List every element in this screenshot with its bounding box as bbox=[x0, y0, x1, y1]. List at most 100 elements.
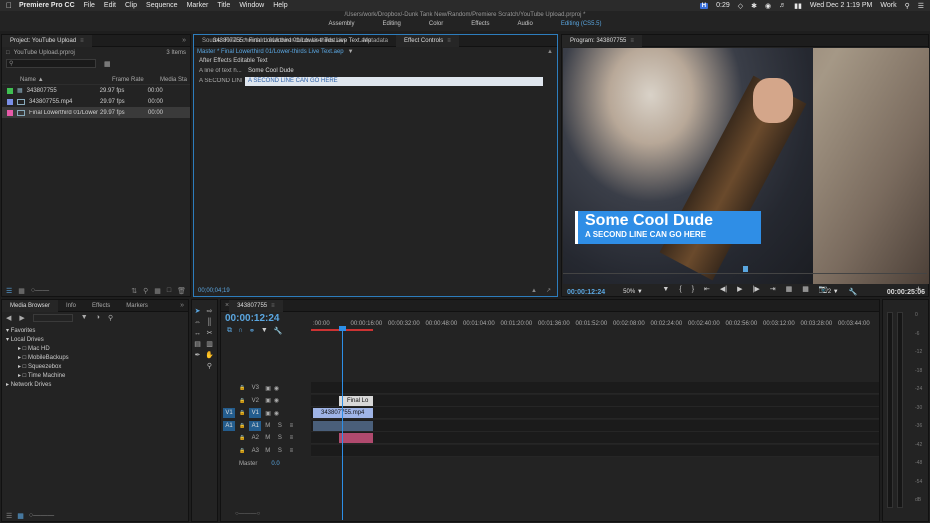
col-name[interactable]: Name ▲ bbox=[2, 77, 112, 83]
expand-icon[interactable]: » bbox=[180, 302, 184, 309]
source-patch[interactable]: V1 bbox=[223, 408, 235, 419]
lock-icon[interactable]: 🔒 bbox=[239, 398, 245, 404]
new-bin-button[interactable]: □ bbox=[167, 287, 171, 294]
list-icon[interactable]: ☰ bbox=[918, 2, 924, 10]
lock-icon[interactable]: 🔒 bbox=[239, 410, 245, 416]
timeline-ruler[interactable]: :00:00 00:00:16:00 00:00:32:00 00:00:48:00 0… bbox=[311, 317, 879, 331]
lock-icon[interactable]: 🔒 bbox=[239, 385, 245, 391]
track-lane[interactable]: Final Lo bbox=[311, 394, 879, 407]
track-lane[interactable] bbox=[311, 445, 879, 457]
forward-button[interactable]: ▶ bbox=[19, 314, 24, 322]
menu-marker[interactable]: Marker bbox=[187, 2, 209, 9]
mark-in-button[interactable]: { bbox=[679, 286, 681, 293]
tab-sequence[interactable]: 343807755 ≡ bbox=[229, 299, 283, 312]
razor-tool-icon[interactable]: ✂ bbox=[205, 329, 214, 338]
go-to-in-button[interactable]: ⇤ bbox=[704, 285, 710, 293]
workspace-audio[interactable]: Audio bbox=[503, 21, 546, 27]
rate-stretch-tool-icon[interactable]: ↔ bbox=[193, 329, 202, 338]
lock-icon[interactable]: 🔒 bbox=[239, 423, 245, 429]
master-clip[interactable]: Master * Final Lowerthird 01/Lower-third… bbox=[197, 49, 344, 55]
panel-menu-icon[interactable]: ≡ bbox=[630, 38, 634, 44]
menu-file[interactable]: File bbox=[84, 2, 95, 9]
wifi-icon[interactable]: ◉ bbox=[765, 2, 771, 10]
source-patch[interactable] bbox=[223, 433, 235, 443]
clear-icon[interactable]: 🗑 bbox=[177, 287, 186, 295]
filter-icon[interactable]: ▲ bbox=[531, 286, 537, 296]
track-lane[interactable] bbox=[311, 432, 879, 445]
play-button[interactable]: ▶ bbox=[737, 285, 742, 293]
tab-effect-controls[interactable]: Effect Controls ≡ bbox=[396, 34, 459, 47]
track-target[interactable]: A2 bbox=[249, 433, 261, 443]
add-button-icon[interactable]: + bbox=[916, 284, 921, 294]
workspace-effects[interactable]: Effects bbox=[457, 21, 503, 27]
tab-program[interactable]: Program: 343807755 ≡ bbox=[562, 34, 642, 47]
hand-tool-icon[interactable]: ✋ bbox=[205, 351, 214, 360]
list-item[interactable]: 343807755.mp4 29.97 fps 00:00 bbox=[2, 96, 190, 107]
track-target[interactable]: V3 bbox=[249, 383, 261, 393]
clip-video[interactable]: 343807755.mp4 bbox=[313, 408, 373, 419]
new-bin-icon[interactable]: ▦ bbox=[104, 60, 111, 68]
step-back-button[interactable]: ◀| bbox=[720, 285, 727, 293]
step-forward-button[interactable]: |▶ bbox=[753, 285, 760, 293]
clip-lowerthird[interactable]: Final Lo bbox=[339, 395, 373, 406]
menu-sequence[interactable]: Sequence bbox=[146, 2, 178, 9]
find-icon[interactable]: ⚲ bbox=[143, 287, 148, 295]
extract-button[interactable]: ▦ bbox=[802, 285, 809, 293]
workspace-color[interactable]: Color bbox=[415, 21, 457, 27]
panel-menu-icon[interactable]: ≡ bbox=[447, 38, 451, 44]
list-item[interactable]: ▦ 343807755 29.97 fps 00:00 bbox=[2, 85, 190, 96]
list-view-icon[interactable]: ☰ bbox=[6, 512, 12, 520]
apple-icon[interactable]:  bbox=[6, 1, 12, 10]
tree-item[interactable]: ▸ Network Drives bbox=[2, 381, 188, 390]
track-target[interactable]: A3 bbox=[249, 446, 261, 456]
list-item[interactable]: Final Lowerthird 01/Lower 29.97 fps 00:0… bbox=[2, 107, 190, 118]
list-view-icon[interactable]: ☰ bbox=[6, 287, 12, 295]
icon-view-icon[interactable]: ▦ bbox=[18, 287, 25, 295]
workspace-assembly[interactable]: Assembly bbox=[315, 21, 369, 27]
track-target[interactable]: V2 bbox=[249, 396, 261, 406]
filter-icon[interactable]: ▼ bbox=[81, 314, 88, 321]
zoom-tool-icon[interactable]: ⚲ bbox=[205, 362, 214, 371]
snap-icon[interactable]: ∩ bbox=[238, 327, 243, 335]
add-marker-button[interactable]: ▼ bbox=[662, 286, 669, 293]
search-icon[interactable]: ⚲ bbox=[108, 314, 113, 322]
menu-help[interactable]: Help bbox=[273, 2, 287, 9]
add-marker-icon[interactable]: ▼ bbox=[261, 327, 268, 335]
source-patch[interactable]: A1 bbox=[223, 420, 235, 431]
workspace-editing-cs55[interactable]: Editing (CS5.5) bbox=[547, 21, 616, 27]
track-target[interactable]: A1 bbox=[249, 420, 262, 431]
tree-item[interactable]: ▸ □ Squeezebox bbox=[2, 363, 188, 372]
program-video-frame[interactable]: Some Cool Dude A SECOND LINE CAN GO HERE bbox=[563, 48, 929, 284]
param-value-input[interactable]: Some Cool Dude bbox=[245, 67, 543, 76]
timeline-timecode[interactable]: 00:00:12:24 bbox=[225, 313, 279, 324]
track-lane[interactable]: 343807755.mp4 bbox=[311, 407, 879, 420]
export-icon[interactable]: ↗ bbox=[546, 286, 551, 296]
mute-solo-buttons[interactable]: M S ≡ bbox=[265, 423, 296, 429]
tree-item[interactable]: ▸ □ MobileBackups bbox=[2, 354, 188, 363]
panel-menu-icon[interactable]: ≡ bbox=[80, 38, 84, 44]
effects-clip-selector[interactable]: Master * Final Lowerthird 01/Lower-third… bbox=[194, 38, 557, 57]
wrench-icon[interactable]: 🔧 bbox=[274, 327, 283, 335]
mute-solo-buttons[interactable]: M S ≡ bbox=[265, 435, 296, 441]
source-patch[interactable] bbox=[223, 446, 235, 456]
source-patch[interactable] bbox=[223, 396, 235, 406]
lift-button[interactable]: ▦ bbox=[786, 285, 793, 293]
zoom-slider[interactable]: ○—— bbox=[31, 287, 49, 294]
menu-edit[interactable]: Edit bbox=[104, 2, 116, 9]
tab-info[interactable]: Info bbox=[58, 300, 84, 312]
view-icon[interactable]: ◑ bbox=[96, 314, 100, 321]
menu-title[interactable]: Title bbox=[217, 2, 230, 9]
tree-item[interactable]: ▸ □ Mac HD bbox=[2, 345, 188, 354]
tree-item[interactable]: ▾ Local Drives bbox=[2, 336, 188, 345]
slide-tool-icon[interactable]: ▥ bbox=[205, 340, 214, 349]
path-dropdown[interactable] bbox=[32, 313, 73, 322]
mark-out-button[interactable]: } bbox=[692, 286, 694, 293]
status-badge[interactable]: H bbox=[699, 2, 709, 9]
selection-tool-icon[interactable]: ➤ bbox=[193, 307, 202, 316]
tab-project[interactable]: Project: YouTube Upload ≡ bbox=[2, 34, 92, 47]
lock-icon[interactable]: 🔒 bbox=[239, 448, 245, 454]
tab-media-browser[interactable]: Media Browser bbox=[2, 299, 59, 312]
source-patch[interactable] bbox=[223, 383, 235, 393]
tab-markers[interactable]: Markers bbox=[118, 300, 156, 312]
close-icon[interactable]: × bbox=[221, 302, 229, 309]
